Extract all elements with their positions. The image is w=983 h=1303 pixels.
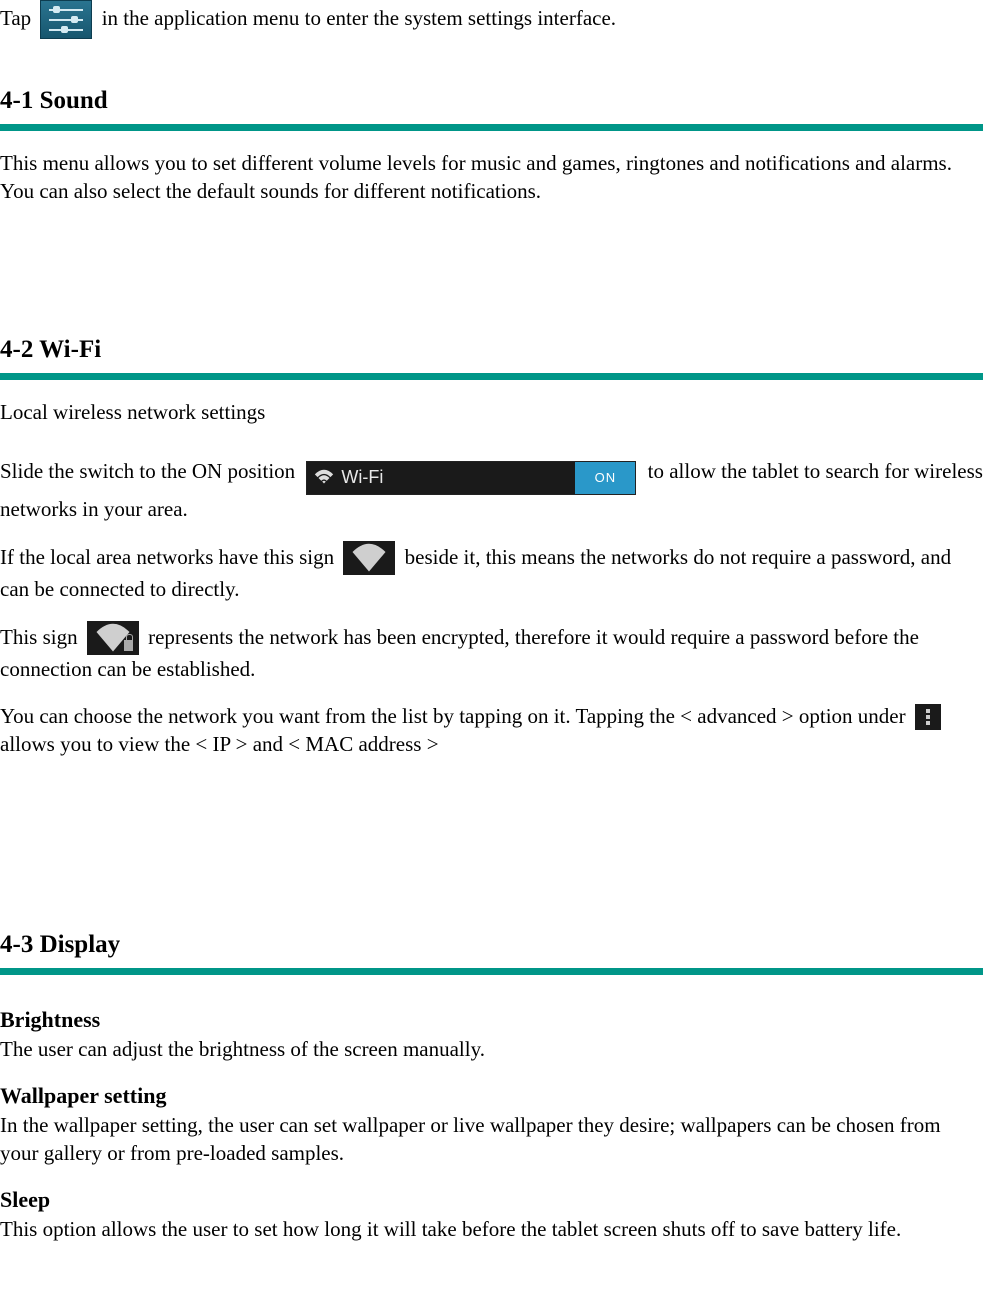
wifi-open-icon xyxy=(343,541,395,575)
wifi-locked-icon xyxy=(87,621,139,655)
settings-icon xyxy=(40,0,92,39)
section-display: 4-3 Display Brightness The user can adju… xyxy=(0,928,983,1243)
wifi-p5-after: allows you to view the < IP > and < MAC … xyxy=(0,732,439,756)
wifi-subtitle: Local wireless network settings xyxy=(0,398,983,426)
wifi-toggle-label: Wi-Fi xyxy=(341,465,383,489)
wifi-toggle-state: ON xyxy=(575,462,635,494)
wifi-p4-before: This sign xyxy=(0,625,78,649)
heading-display: 4-3 Display xyxy=(0,928,983,962)
wifi-advanced-paragraph: You can choose the network you want from… xyxy=(0,702,983,759)
heading-wifi: 4-2 Wi-Fi xyxy=(0,333,983,367)
divider xyxy=(0,373,983,380)
wifi-p2-before: Slide the switch to the ON position xyxy=(0,459,295,483)
section-sound: 4-1 Sound This menu allows you to set di… xyxy=(0,84,983,293)
subheading-brightness: Brightness xyxy=(0,1005,983,1035)
brightness-body: The user can adjust the brightness of th… xyxy=(0,1035,983,1063)
wifi-toggle[interactable]: Wi-Fi ON xyxy=(306,461,636,495)
wallpaper-body: In the wallpaper setting, the user can s… xyxy=(0,1111,983,1168)
wifi-switch-paragraph: Slide the switch to the ON position Wi-F… xyxy=(0,457,983,523)
section-wifi: 4-2 Wi-Fi Local wireless network setting… xyxy=(0,333,983,888)
intro-before: Tap xyxy=(0,6,31,30)
wifi-locked-paragraph: This sign represents the network has bee… xyxy=(0,621,983,683)
intro-paragraph: Tap in the application menu to enter the… xyxy=(0,0,983,39)
subheading-wallpaper: Wallpaper setting xyxy=(0,1081,983,1111)
sleep-body: This option allows the user to set how l… xyxy=(0,1215,983,1243)
wifi-p3-before: If the local area networks have this sig… xyxy=(0,545,334,569)
wifi-icon xyxy=(313,467,335,489)
heading-sound: 4-1 Sound xyxy=(0,84,983,118)
wifi-p5-before: You can choose the network you want from… xyxy=(0,704,906,728)
block-sleep: Sleep This option allows the user to set… xyxy=(0,1185,983,1243)
lock-icon xyxy=(124,640,133,651)
subheading-sleep: Sleep xyxy=(0,1185,983,1215)
divider xyxy=(0,968,983,975)
block-brightness: Brightness The user can adjust the brigh… xyxy=(0,1005,983,1063)
intro-after: in the application menu to enter the sys… xyxy=(102,6,616,30)
sound-body: This menu allows you to set different vo… xyxy=(0,149,983,206)
block-wallpaper: Wallpaper setting In the wallpaper setti… xyxy=(0,1081,983,1167)
divider xyxy=(0,124,983,131)
wifi-open-paragraph: If the local area networks have this sig… xyxy=(0,541,983,603)
overflow-menu-icon xyxy=(915,704,941,730)
